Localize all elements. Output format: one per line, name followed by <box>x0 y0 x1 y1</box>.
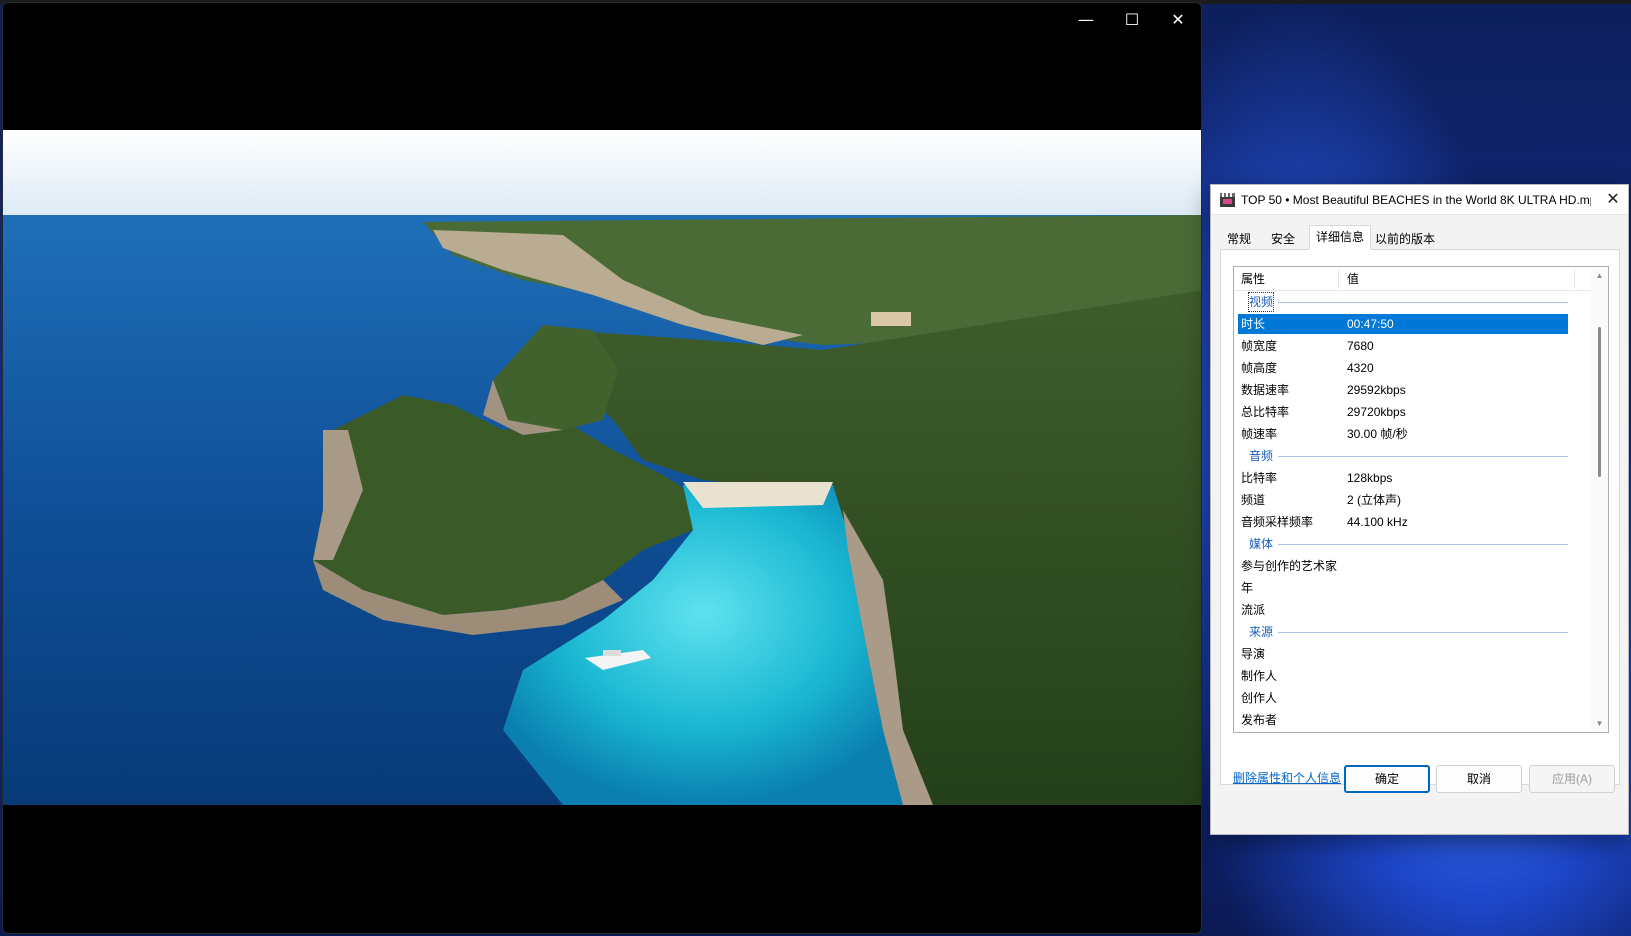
list-header: 属性 值 <box>1234 267 1593 291</box>
dialog-close-button[interactable]: ✕ <box>1598 185 1628 215</box>
property-name: 帧高度 <box>1241 361 1278 375</box>
maximize-icon: ☐ <box>1124 10 1140 29</box>
details-panel: 属性 值 视频 时长 00:47:50 帧宽度 7680 帧高度 4320 数据… <box>1220 249 1620 785</box>
group-label: 来源 <box>1247 621 1276 643</box>
column-divider[interactable] <box>1338 269 1339 289</box>
group-video[interactable]: 视频 <box>1234 291 1593 313</box>
property-value: 44.100 kHz <box>1347 515 1408 529</box>
group-media[interactable]: 媒体 <box>1234 533 1593 555</box>
close-icon: ✕ <box>1171 10 1185 29</box>
table-row[interactable]: 创作人 <box>1234 687 1593 709</box>
table-row[interactable]: 音频采样频率 44.100 kHz <box>1234 511 1593 533</box>
tab-previous-versions[interactable]: 以前的版本 <box>1368 227 1442 250</box>
group-divider <box>1278 544 1568 545</box>
property-name: 比特率 <box>1241 471 1278 485</box>
group-divider <box>1278 632 1568 633</box>
property-name: 导演 <box>1241 647 1266 661</box>
property-value: 00:47:50 <box>1347 317 1394 331</box>
table-row[interactable]: 总比特率 29720kbps <box>1234 401 1593 423</box>
tab-security[interactable]: 安全 <box>1264 227 1302 250</box>
scroll-down-icon[interactable]: ▼ <box>1591 715 1608 732</box>
group-label: 视频 <box>1247 291 1276 313</box>
property-name: 参与创作的艺术家 <box>1241 559 1338 573</box>
property-name: 音频采样频率 <box>1241 515 1314 529</box>
group-divider <box>1278 456 1568 457</box>
selection-highlight <box>1238 314 1568 334</box>
table-row[interactable]: 发布者 <box>1234 709 1593 731</box>
group-divider <box>1278 302 1568 303</box>
vertical-scrollbar[interactable]: ▲ ▼ <box>1591 267 1608 732</box>
table-row[interactable]: 频道 2 (立体声) <box>1234 489 1593 511</box>
table-row[interactable]: 帧高度 4320 <box>1234 357 1593 379</box>
table-row[interactable]: 导演 <box>1234 643 1593 665</box>
column-header-value[interactable]: 值 <box>1347 267 1359 291</box>
film-icon <box>1220 193 1235 207</box>
property-name: 帧速率 <box>1241 427 1278 441</box>
beach-aerial-image <box>3 130 1201 805</box>
property-name: 帧宽度 <box>1241 339 1278 353</box>
property-name: 时长 <box>1241 317 1266 331</box>
column-header-property[interactable]: 属性 <box>1241 267 1265 291</box>
property-value: 2 (立体声) <box>1347 493 1402 507</box>
tab-general[interactable]: 常规 <box>1220 227 1258 250</box>
minimize-icon: — <box>1078 10 1094 29</box>
apply-button[interactable]: 应用(A) <box>1529 765 1615 793</box>
cancel-button[interactable]: 取消 <box>1436 765 1522 793</box>
group-audio[interactable]: 音频 <box>1234 445 1593 467</box>
scroll-up-icon[interactable]: ▲ <box>1591 267 1608 284</box>
column-divider[interactable] <box>1574 269 1575 289</box>
maximize-button[interactable]: ☐ <box>1109 3 1155 37</box>
minimize-button[interactable]: — <box>1063 3 1109 37</box>
property-value: 30.00 帧/秒 <box>1347 427 1408 441</box>
property-value: 29592kbps <box>1347 383 1406 397</box>
property-name: 数据速率 <box>1241 383 1290 397</box>
table-row[interactable]: 参与创作的艺术家 <box>1234 555 1593 577</box>
property-rows: 视频 时长 00:47:50 帧宽度 7680 帧高度 4320 数据速率 29… <box>1234 291 1593 731</box>
property-name: 制作人 <box>1241 669 1278 683</box>
table-row[interactable]: 时长 00:47:50 <box>1234 313 1593 335</box>
table-row[interactable]: 帧宽度 7680 <box>1234 335 1593 357</box>
properties-dialog[interactable]: TOP 50 • Most Beautiful BEACHES in the W… <box>1210 184 1629 835</box>
scroll-thumb[interactable] <box>1598 327 1601 477</box>
property-name: 创作人 <box>1241 691 1278 705</box>
group-source[interactable]: 来源 <box>1234 621 1593 643</box>
tab-strip: 常规 安全 详细信息 以前的版本 <box>1220 225 1620 250</box>
table-row[interactable]: 帧速率 30.00 帧/秒 <box>1234 423 1593 445</box>
tab-details[interactable]: 详细信息 <box>1309 225 1372 250</box>
property-value: 7680 <box>1347 339 1374 353</box>
property-list[interactable]: 属性 值 视频 时长 00:47:50 帧宽度 7680 帧高度 4320 数据… <box>1233 266 1609 733</box>
property-value: 29720kbps <box>1347 405 1406 419</box>
dialog-titlebar[interactable]: TOP 50 • Most Beautiful BEACHES in the W… <box>1211 185 1628 215</box>
table-row[interactable]: 数据速率 29592kbps <box>1234 379 1593 401</box>
property-name: 流派 <box>1241 603 1266 617</box>
property-value: 128kbps <box>1347 471 1393 485</box>
ok-button[interactable]: 确定 <box>1344 765 1430 793</box>
group-label: 媒体 <box>1247 533 1276 555</box>
media-player-window[interactable]: — ☐ ✕ <box>2 2 1202 934</box>
property-name: 年 <box>1241 581 1254 595</box>
property-name: 频道 <box>1241 493 1266 507</box>
property-value: 4320 <box>1347 361 1374 375</box>
close-icon: ✕ <box>1606 191 1620 208</box>
table-row[interactable]: 制作人 <box>1234 665 1593 687</box>
property-name: 发布者 <box>1241 713 1278 727</box>
table-row[interactable]: 比特率 128kbps <box>1234 467 1593 489</box>
dialog-title: TOP 50 • Most Beautiful BEACHES in the W… <box>1241 193 1591 207</box>
property-name: 总比特率 <box>1241 405 1290 419</box>
video-frame[interactable] <box>3 130 1201 805</box>
table-row[interactable]: 流派 <box>1234 599 1593 621</box>
close-window-button[interactable]: ✕ <box>1155 3 1201 37</box>
group-label: 音频 <box>1247 445 1276 467</box>
table-row[interactable]: 年 <box>1234 577 1593 599</box>
remove-properties-link[interactable]: 删除属性和个人信息 <box>1233 769 1341 786</box>
